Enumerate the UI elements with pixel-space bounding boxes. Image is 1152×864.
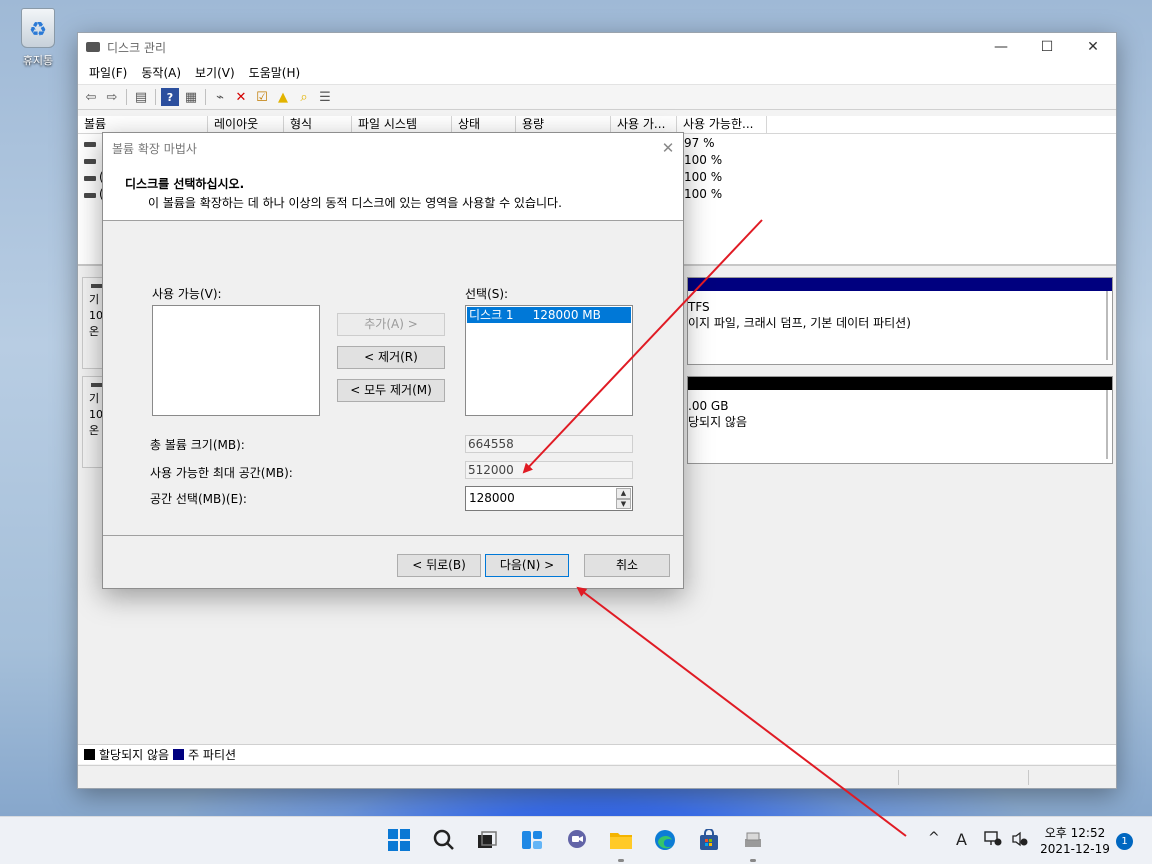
volume-icon bbox=[84, 142, 96, 147]
task-view-icon[interactable] bbox=[472, 825, 502, 855]
forward-arrow-icon[interactable]: ⇨ bbox=[103, 88, 121, 106]
menu-view[interactable]: 보기(V) bbox=[188, 64, 242, 81]
menu-bar: 파일(F) 동작(A) 보기(V) 도움말(H) bbox=[78, 61, 1116, 85]
volume-muted-icon[interactable] bbox=[1011, 831, 1029, 851]
dialog-title: 볼륨 확장 마법사 bbox=[112, 141, 197, 156]
dialog-heading: 디스크를 선택하십시오. bbox=[125, 177, 245, 191]
disk-management-icon[interactable] bbox=[738, 825, 768, 855]
status-bar bbox=[78, 765, 1116, 788]
selected-disk-item[interactable]: 디스크 1 128000 MB bbox=[467, 307, 631, 323]
search-icon[interactable] bbox=[429, 825, 459, 855]
select-space-input[interactable]: 128000 bbox=[469, 491, 515, 505]
console-tree-icon[interactable]: ▤ bbox=[132, 88, 150, 106]
windows-start-icon[interactable] bbox=[384, 825, 414, 855]
clock-time: 오후 12:52 bbox=[1044, 826, 1106, 840]
spin-down-icon[interactable]: ▼ bbox=[616, 498, 631, 509]
list-view-icon[interactable]: ☰ bbox=[316, 88, 334, 106]
chat-icon[interactable] bbox=[562, 825, 592, 855]
minimize-button[interactable]: — bbox=[978, 33, 1024, 61]
taskbar: ^ A 오후 12:52 2021-12-19 1 bbox=[0, 816, 1152, 864]
ime-indicator[interactable]: A bbox=[956, 830, 967, 849]
volume-icon bbox=[84, 159, 96, 164]
recycle-bin-label: 휴지통 bbox=[22, 54, 54, 67]
dialog-subheading: 이 볼륨을 확장하는 데 하나 이상의 동적 디스크에 있는 영역을 사용할 수… bbox=[148, 196, 562, 210]
dialog-close-icon[interactable]: ✕ bbox=[653, 139, 683, 157]
max-space-label: 사용 가능한 최대 공간(MB): bbox=[150, 466, 293, 480]
total-size-label: 총 볼륨 크기(MB): bbox=[150, 438, 245, 452]
store-icon[interactable] bbox=[694, 825, 724, 855]
taskbar-clock[interactable]: 오후 12:52 2021-12-19 bbox=[1036, 825, 1114, 857]
file-explorer-icon[interactable] bbox=[606, 825, 636, 855]
legend-primary-swatch bbox=[173, 749, 185, 760]
volume-icon bbox=[84, 193, 96, 198]
search-folder-icon[interactable]: ⌕ bbox=[295, 88, 313, 106]
dialog-header: 디스크를 선택하십시오. 이 볼륨을 확장하는 데 하나 이상의 동적 디스크에… bbox=[103, 163, 683, 221]
column-percent-free[interactable]: 사용 가능한... bbox=[677, 116, 767, 134]
extend-volume-wizard-dialog: 볼륨 확장 마법사 ✕ 디스크를 선택하십시오. 이 볼륨을 확장하는 데 하나… bbox=[102, 132, 684, 589]
delete-icon[interactable]: ✕ bbox=[232, 88, 250, 106]
dialog-title-bar: 볼륨 확장 마법사 ✕ bbox=[103, 133, 683, 163]
check-icon[interactable]: ☑ bbox=[253, 88, 271, 106]
partition-bar bbox=[688, 278, 1112, 291]
next-button[interactable]: 다음(N) > bbox=[485, 554, 569, 577]
selected-label: 선택(S): bbox=[465, 287, 509, 301]
partition-block[interactable]: TFS 이지 파일, 크래시 덤프, 기본 데이터 파티션) bbox=[687, 277, 1113, 365]
back-button[interactable]: < 뒤로(B) bbox=[397, 554, 481, 577]
recycle-bin-icon bbox=[21, 8, 55, 48]
help-icon[interactable]: ? bbox=[161, 88, 179, 106]
disk-management-app-icon bbox=[86, 42, 100, 52]
toolbar: ⇦ ⇨ ▤ ? ▦ ⌁ ✕ ☑ ▲ ⌕ ☰ bbox=[78, 85, 1116, 110]
widgets-icon[interactable] bbox=[517, 825, 547, 855]
cancel-button[interactable]: 취소 bbox=[584, 554, 670, 577]
tray-chevron-icon[interactable]: ^ bbox=[928, 830, 940, 846]
connect-icon[interactable]: ⌁ bbox=[211, 88, 229, 106]
available-label: 사용 가능(V): bbox=[152, 287, 222, 301]
legend: 할당되지 않음 주 파티션 bbox=[78, 744, 1116, 764]
partition-bar bbox=[688, 377, 1112, 390]
clock-date: 2021-12-19 bbox=[1040, 842, 1110, 856]
select-space-label: 공간 선택(MB)(E): bbox=[150, 492, 247, 506]
volume-icon bbox=[84, 176, 96, 181]
up-folder-icon[interactable]: ▲ bbox=[274, 88, 292, 106]
menu-help[interactable]: 도움말(H) bbox=[242, 64, 308, 81]
close-button[interactable]: ✕ bbox=[1070, 33, 1116, 61]
edge-icon[interactable] bbox=[650, 825, 680, 855]
unallocated-block[interactable]: .00 GB 당되지 않음 bbox=[687, 376, 1113, 464]
spin-up-icon[interactable]: ▲ bbox=[616, 488, 631, 499]
legend-unallocated-swatch bbox=[84, 749, 95, 760]
legend-unallocated-label: 할당되지 않음 bbox=[99, 748, 170, 762]
total-size-field: 664558 bbox=[465, 435, 633, 453]
maximize-button[interactable]: ☐ bbox=[1024, 33, 1070, 61]
properties-icon[interactable]: ▦ bbox=[182, 88, 200, 106]
menu-file[interactable]: 파일(F) bbox=[82, 64, 134, 81]
notification-badge[interactable]: 1 bbox=[1116, 833, 1133, 850]
back-arrow-icon[interactable]: ⇦ bbox=[82, 88, 100, 106]
desktop-icon-recycle-bin[interactable]: 휴지통 bbox=[8, 8, 68, 68]
max-space-field: 512000 bbox=[465, 461, 633, 479]
remove-all-button[interactable]: < 모두 제거(M) bbox=[337, 379, 445, 402]
window-title: 디스크 관리 bbox=[107, 40, 167, 55]
dialog-separator bbox=[103, 535, 683, 536]
legend-primary-label: 주 파티션 bbox=[188, 748, 237, 762]
remove-button[interactable]: < 제거(R) bbox=[337, 346, 445, 369]
available-listbox[interactable] bbox=[152, 305, 320, 416]
network-icon[interactable] bbox=[984, 831, 1002, 851]
selected-listbox[interactable]: 디스크 1 128000 MB bbox=[465, 305, 633, 416]
select-space-spinbox[interactable]: 128000 ▲ ▼ bbox=[465, 486, 633, 511]
menu-action[interactable]: 동작(A) bbox=[134, 64, 188, 81]
title-bar: 디스크 관리 — ☐ ✕ bbox=[78, 33, 1116, 61]
add-button[interactable]: 추가(A) > bbox=[337, 313, 445, 336]
